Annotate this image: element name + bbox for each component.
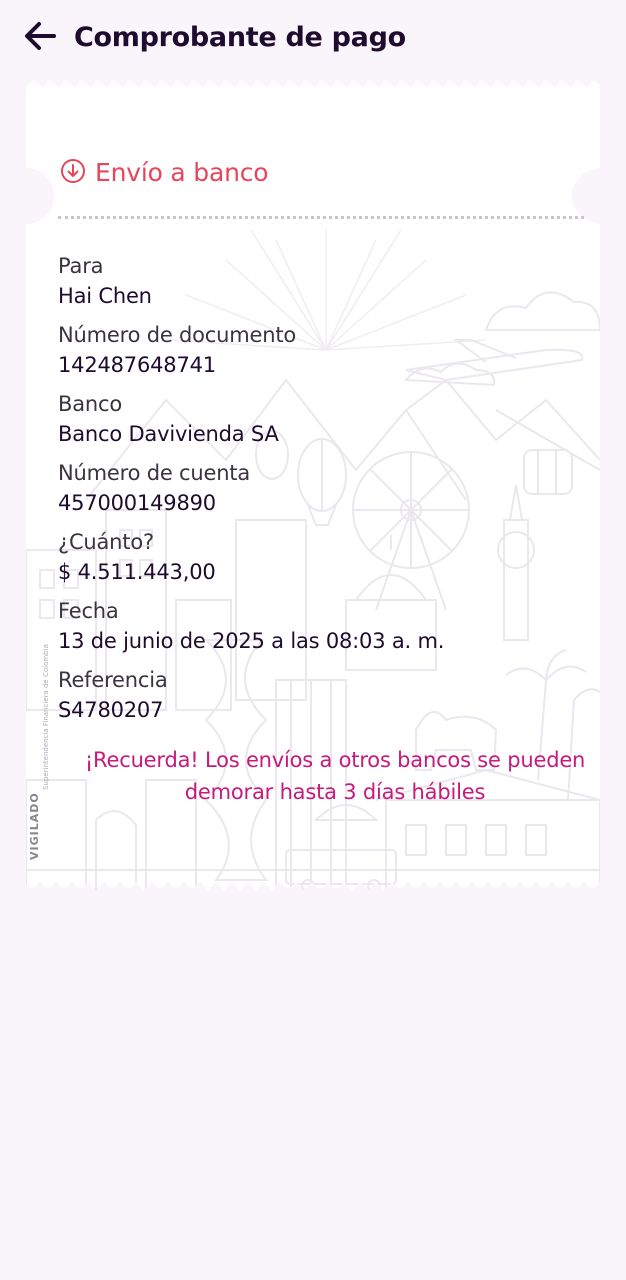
field-bank: Banco Banco Davivienda SA — [58, 390, 444, 459]
transfer-type-label: Envío a banco — [95, 158, 269, 187]
back-button[interactable] — [20, 16, 60, 56]
field-label: Para — [58, 254, 104, 278]
receipt-fields: Para Hai Chen Número de documento 142487… — [58, 252, 444, 735]
transfer-notice: ¡Recuerda! Los envíos a otros bancos se … — [84, 748, 586, 804]
field-value: $ 4.511.443,00 — [58, 560, 216, 584]
field-label: Número de cuenta — [58, 461, 251, 485]
field-value: 457000149890 — [58, 491, 216, 515]
field-recipient: Para Hai Chen — [58, 252, 444, 321]
field-date: Fecha 13 de junio de 2025 a las 08:03 a.… — [58, 597, 444, 666]
receipt-card: Envío a banco Para Hai Chen Número de do… — [26, 80, 600, 890]
field-label: Número de documento — [58, 323, 297, 347]
arrow-left-icon — [25, 22, 56, 50]
field-amount: ¿Cuánto? $ 4.511.443,00 — [58, 528, 444, 597]
supervisor-label: Superintendencia Financiera de Colombia — [42, 644, 50, 790]
field-value: Hai Chen — [58, 284, 152, 308]
arrow-down-circle-icon — [61, 158, 85, 183]
field-value: S4780207 — [58, 698, 164, 722]
vigilado-label: VIGILADO — [28, 792, 41, 860]
field-value: 13 de junio de 2025 a las 08:03 a. m. — [58, 629, 445, 653]
page-title: Comprobante de pago — [74, 22, 406, 53]
field-label: ¿Cuánto? — [58, 530, 154, 554]
transfer-type-row: Envío a banco — [60, 158, 269, 187]
dotted-divider — [58, 216, 584, 219]
field-document-number: Número de documento 142487648741 — [58, 321, 444, 390]
field-label: Banco — [58, 392, 122, 416]
field-reference: Referencia S4780207 — [58, 666, 444, 735]
field-label: Referencia — [58, 668, 168, 692]
field-value: Banco Davivienda SA — [58, 422, 279, 446]
vigilado-watermark: VIGILADO Superintendencia Financiera de … — [28, 644, 50, 860]
field-account-number: Número de cuenta 457000149890 — [58, 459, 444, 528]
field-label: Fecha — [58, 599, 119, 623]
field-value: 142487648741 — [58, 353, 216, 377]
app-header: Comprobante de pago — [0, 0, 626, 80]
